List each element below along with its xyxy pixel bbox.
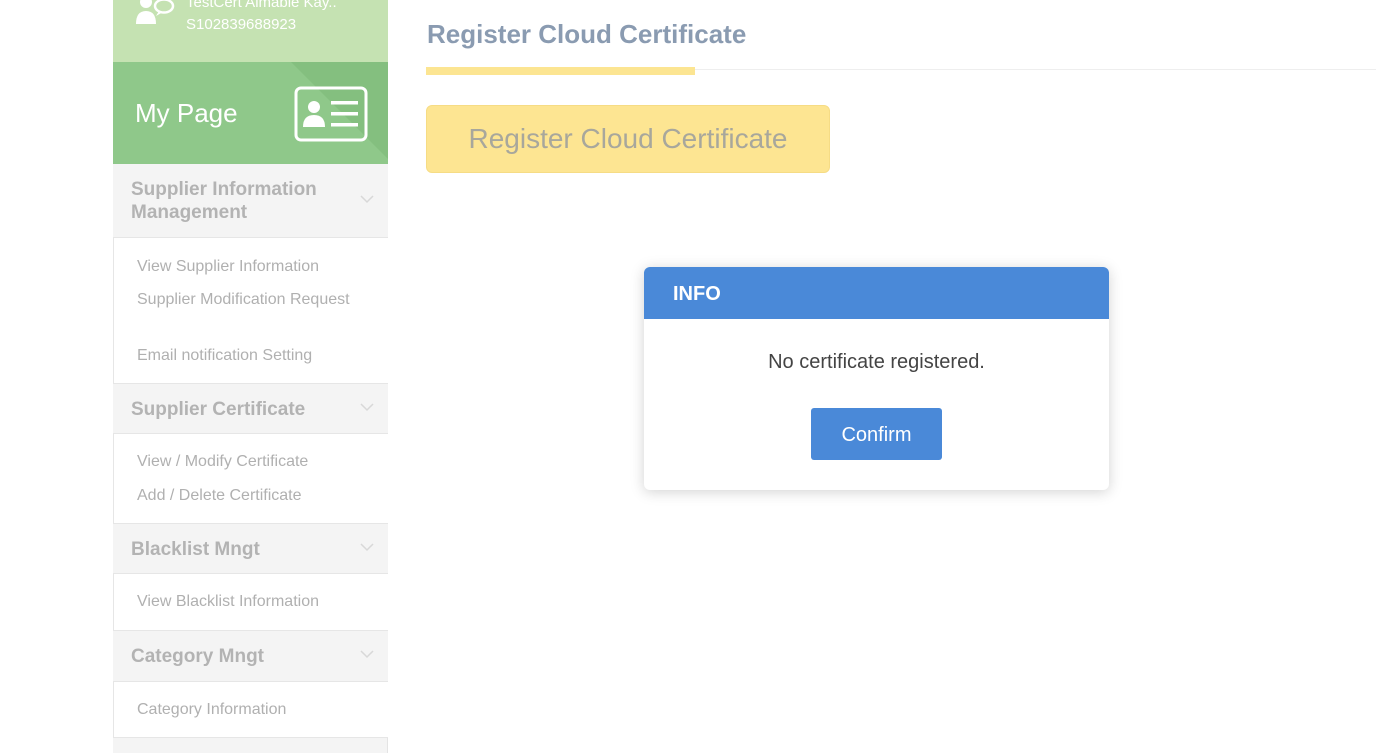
- dialog-header: INFO: [644, 267, 1109, 319]
- dialog-title: INFO: [673, 283, 721, 305]
- confirm-button[interactable]: Confirm: [811, 408, 942, 460]
- dialog-message: No certificate registered.: [768, 351, 985, 373]
- info-dialog: INFO No certificate registered. Confirm: [644, 267, 1109, 490]
